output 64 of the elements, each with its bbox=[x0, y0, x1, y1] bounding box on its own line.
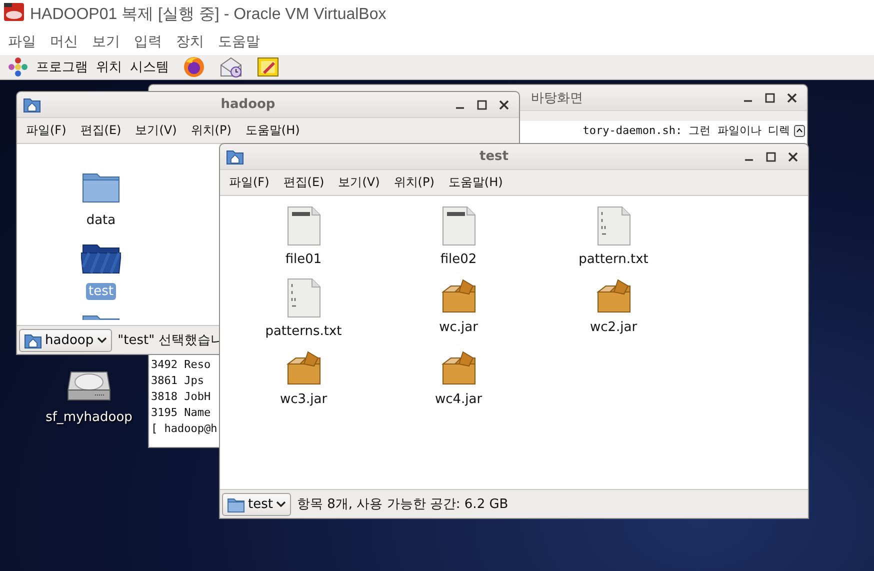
package-icon[interactable] bbox=[440, 350, 478, 386]
window-title: HADOOP01 복제 [실행 중] - Oracle VM VirtualBox bbox=[30, 4, 386, 24]
panel-menu[interactable]: 위치 bbox=[96, 58, 122, 76]
window-title: 바탕화면 bbox=[531, 90, 584, 106]
file-label[interactable]: patterns.txt bbox=[265, 324, 342, 339]
close-icon[interactable] bbox=[787, 92, 797, 102]
location-dropdown[interactable]: test bbox=[222, 492, 291, 516]
home-folder-icon bbox=[23, 96, 41, 113]
envelope-clock-icon[interactable] bbox=[219, 56, 243, 78]
menu-item[interactable]: 편집(E) bbox=[283, 174, 324, 191]
menu-item[interactable]: 장치 bbox=[176, 32, 204, 50]
terminal-line: 3818 JobH bbox=[151, 389, 211, 405]
caret-icon bbox=[276, 500, 286, 508]
notepad-pencil-icon[interactable] bbox=[257, 56, 279, 78]
menu-item[interactable]: 편집(E) bbox=[80, 122, 122, 139]
home-folder-icon bbox=[226, 148, 244, 165]
file-label[interactable]: wc4.jar bbox=[434, 392, 482, 407]
terminal-line: 3492 Reso bbox=[151, 357, 211, 373]
file-label[interactable]: data bbox=[83, 212, 119, 229]
menu-item[interactable]: 입력 bbox=[134, 32, 162, 50]
menu-item[interactable]: 도움말(H) bbox=[448, 174, 503, 191]
maximize-icon[interactable] bbox=[766, 152, 776, 162]
maximize-icon[interactable] bbox=[765, 92, 775, 102]
terminal-line: 3195 Name bbox=[151, 405, 211, 421]
menu-item[interactable]: 위치(P) bbox=[190, 122, 232, 139]
firefox-icon[interactable] bbox=[183, 56, 205, 78]
file-label[interactable]: file02 bbox=[440, 252, 477, 267]
file-label[interactable]: wc2.jar bbox=[590, 320, 638, 335]
caret-icon bbox=[96, 336, 107, 344]
icon-label: sf_myhadoop bbox=[46, 410, 132, 425]
menu-item[interactable]: 보기 bbox=[92, 32, 120, 50]
file-label[interactable]: pattern.txt bbox=[578, 252, 648, 267]
status-text: 항목 8개, 사용 가능한 공간: 6.2 GB bbox=[296, 496, 508, 513]
menu-item[interactable]: 보기(V) bbox=[338, 174, 380, 191]
terminal-line: 3861 Jps bbox=[151, 373, 204, 389]
package-icon[interactable] bbox=[440, 278, 478, 314]
file-label[interactable]: wc.jar bbox=[439, 320, 478, 335]
menu-item[interactable]: 머신 bbox=[50, 32, 78, 50]
text-file-icon[interactable] bbox=[440, 206, 476, 246]
menu-item[interactable]: 파일(F) bbox=[229, 174, 270, 191]
panel-menu[interactable]: 시스템 bbox=[130, 58, 169, 76]
text-file-icon[interactable] bbox=[286, 206, 322, 246]
terminal-line: [ hadoop@h bbox=[151, 421, 218, 437]
terminal-line: tory-daemon.sh: 그런 파일이나 디렉 bbox=[582, 124, 790, 137]
package-icon[interactable] bbox=[594, 278, 632, 314]
menu-item[interactable]: 위치(P) bbox=[394, 174, 434, 191]
file-label[interactable]: file01 bbox=[285, 252, 322, 267]
panel-menu[interactable]: 프로그램 bbox=[36, 58, 88, 76]
package-icon[interactable] bbox=[284, 350, 322, 386]
menu-item[interactable]: 도움말(H) bbox=[245, 122, 300, 139]
menu-item[interactable]: 파일(F) bbox=[26, 122, 66, 139]
window-title: hadoop bbox=[220, 97, 276, 112]
close-icon[interactable] bbox=[788, 152, 798, 162]
menu-item[interactable]: 파일 bbox=[8, 32, 36, 50]
maximize-icon[interactable] bbox=[477, 100, 487, 110]
file-label[interactable]: wc3.jar bbox=[280, 392, 328, 407]
home-folder-icon bbox=[24, 332, 42, 348]
location-dropdown[interactable]: hadoop bbox=[19, 328, 112, 352]
scroll-up-icon[interactable] bbox=[794, 124, 805, 136]
close-icon[interactable] bbox=[499, 100, 509, 110]
gnome-foot-icon bbox=[8, 57, 28, 77]
menu-item[interactable]: 보기(V) bbox=[135, 122, 177, 139]
menu-item[interactable]: 도움말 bbox=[218, 32, 260, 50]
window-title: test bbox=[478, 149, 510, 164]
